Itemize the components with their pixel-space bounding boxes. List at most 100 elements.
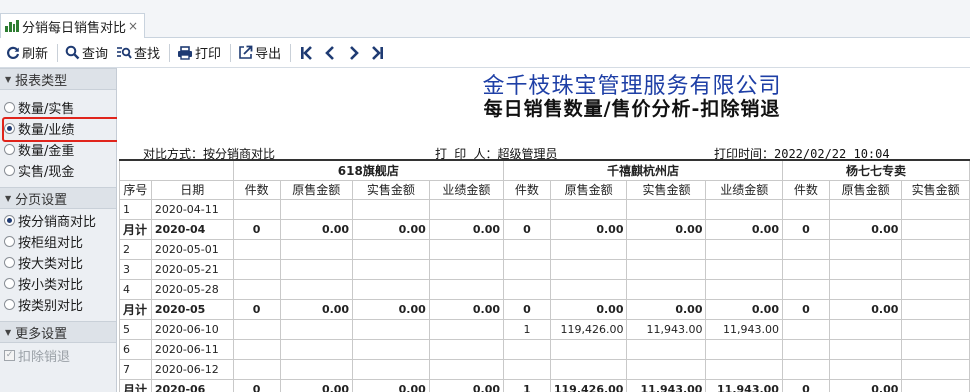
radio-qty-performance[interactable]: 数量/业绩: [0, 118, 116, 139]
close-icon[interactable]: ×: [128, 19, 138, 33]
col-header-date: 日期: [150, 179, 234, 200]
radio-by-counter[interactable]: 按柜组对比: [0, 231, 116, 252]
value-cell: 0: [232, 298, 281, 320]
value-cell: 1: [503, 318, 551, 340]
prev-page-button[interactable]: [319, 41, 341, 65]
value-cell: 11,943.00: [705, 378, 783, 392]
option-label: 按柜组对比: [18, 236, 84, 251]
search-icon: [65, 45, 80, 60]
radio-checked-icon: [4, 123, 15, 134]
value-cell: [901, 278, 970, 300]
date-cell: 2020-04-11: [150, 198, 234, 220]
value-cell: 0.00: [705, 298, 783, 320]
seq-cell: 1: [119, 198, 152, 220]
export-label: 导出: [255, 47, 282, 62]
toolbar-divider: [290, 43, 292, 62]
store-yangqiqi: 杨七七专卖: [781, 159, 970, 181]
option-label: 按分销商对比: [18, 215, 97, 230]
value-cell: [901, 378, 970, 392]
report-preview: 金千枝珠宝管理服务有限公司 每日销售数量/售价分析-扣除销退 对比方式：按分销商…: [117, 68, 970, 392]
last-page-icon: [372, 45, 384, 60]
date-cell: 2020-05-28: [150, 278, 234, 300]
value-cell: [549, 278, 628, 300]
col-header-qty: 件数: [232, 179, 281, 200]
option-label: 扣除销退: [18, 350, 71, 365]
first-page-button[interactable]: [295, 41, 317, 65]
bar-chart-icon: [5, 20, 19, 32]
print-button[interactable]: 打印: [174, 41, 224, 65]
table-row: 6 2020-06-11: [119, 338, 970, 360]
value-cell: [901, 358, 970, 380]
option-label: 按小类对比: [18, 278, 84, 293]
value-cell: 0.00: [352, 378, 430, 392]
radio-by-major-class[interactable]: 按大类对比: [0, 252, 116, 273]
exclude-returns-checkbox[interactable]: ✓ 扣除销退: [0, 345, 116, 366]
value-cell: 11,943.00: [626, 378, 707, 392]
export-button[interactable]: 导出: [235, 41, 284, 65]
value-cell: [503, 198, 551, 220]
next-page-button[interactable]: [343, 41, 365, 65]
table-row: 5 2020-06-10 1 119,426.00 11,943.00 11,943.00: [119, 318, 970, 340]
radio-qty-goldweight[interactable]: 数量/金重: [0, 139, 116, 160]
table-row: 3 2020-05-21: [119, 258, 970, 280]
value-cell: 0.00: [352, 298, 430, 320]
radio-qty-actual[interactable]: 数量/实售: [0, 97, 116, 118]
value-cell: [781, 358, 830, 380]
radio-actual-cash[interactable]: 实售/现金: [0, 160, 116, 181]
value-cell: [626, 338, 707, 360]
refresh-label: 刷新: [22, 47, 49, 62]
blank-header-cell: [119, 159, 234, 181]
value-cell: [705, 278, 783, 300]
value-cell: [503, 238, 551, 260]
value-cell: [279, 198, 354, 220]
value-cell: [901, 258, 970, 280]
tab-daily-sales-compare[interactable]: 分销每日销售对比 ×: [0, 13, 145, 38]
value-cell: [232, 278, 281, 300]
radio-by-minor-class[interactable]: 按小类对比: [0, 273, 116, 294]
find-button[interactable]: 查找: [113, 41, 163, 65]
radio-by-distributor[interactable]: 按分销商对比: [0, 210, 116, 231]
more-settings-header[interactable]: ▼ 更多设置: [0, 321, 116, 343]
value-cell: [626, 278, 707, 300]
value-cell: [626, 198, 707, 220]
date-cell: 2020-05-01: [150, 238, 234, 260]
value-cell: 0.00: [828, 298, 903, 320]
value-cell: 0: [781, 218, 830, 240]
value-cell: 119,426.00: [549, 378, 628, 392]
refresh-button[interactable]: 刷新: [3, 41, 51, 65]
value-cell: [352, 278, 430, 300]
month-total-row: 月计 2020-06 0 0.00 0.00 0.00 1 119,426.00 11,943.…: [119, 378, 970, 392]
value-cell: [901, 198, 970, 220]
last-page-button[interactable]: [367, 41, 389, 65]
printer-icon: [178, 45, 193, 60]
value-cell: [549, 338, 628, 360]
value-cell: [503, 338, 551, 360]
value-cell: [352, 258, 430, 280]
value-cell: 0.00: [279, 298, 354, 320]
table-row: 4 2020-05-28: [119, 278, 970, 300]
radio-checked-icon: [4, 215, 15, 226]
col-header-original: 原售金额: [279, 179, 354, 200]
toolbar-divider: [57, 43, 59, 62]
paging-header[interactable]: ▼ 分页设置: [0, 187, 116, 209]
date-cell: 2020-05: [150, 298, 234, 320]
value-cell: 0.00: [279, 218, 354, 240]
value-cell: 119,426.00: [549, 318, 628, 340]
seq-cell: 4: [119, 278, 152, 300]
col-header-actual: 实售金额: [626, 179, 707, 200]
col-header-performance: 业绩金额: [705, 179, 783, 200]
query-button[interactable]: 查询: [62, 41, 111, 65]
value-cell: [232, 338, 281, 360]
report-type-header[interactable]: ▼ 报表类型: [0, 68, 116, 90]
value-cell: 0.00: [352, 218, 430, 240]
collapse-triangle-icon: ▼: [5, 193, 12, 203]
value-cell: 0.00: [626, 218, 707, 240]
value-cell: [279, 278, 354, 300]
radio-by-category[interactable]: 按类别对比: [0, 294, 116, 315]
value-cell: [503, 258, 551, 280]
find-label: 查找: [134, 47, 161, 62]
value-cell: [705, 198, 783, 220]
col-header-actual: 实售金额: [352, 179, 430, 200]
value-cell: 0: [781, 378, 830, 392]
toolbar-divider: [169, 43, 171, 62]
